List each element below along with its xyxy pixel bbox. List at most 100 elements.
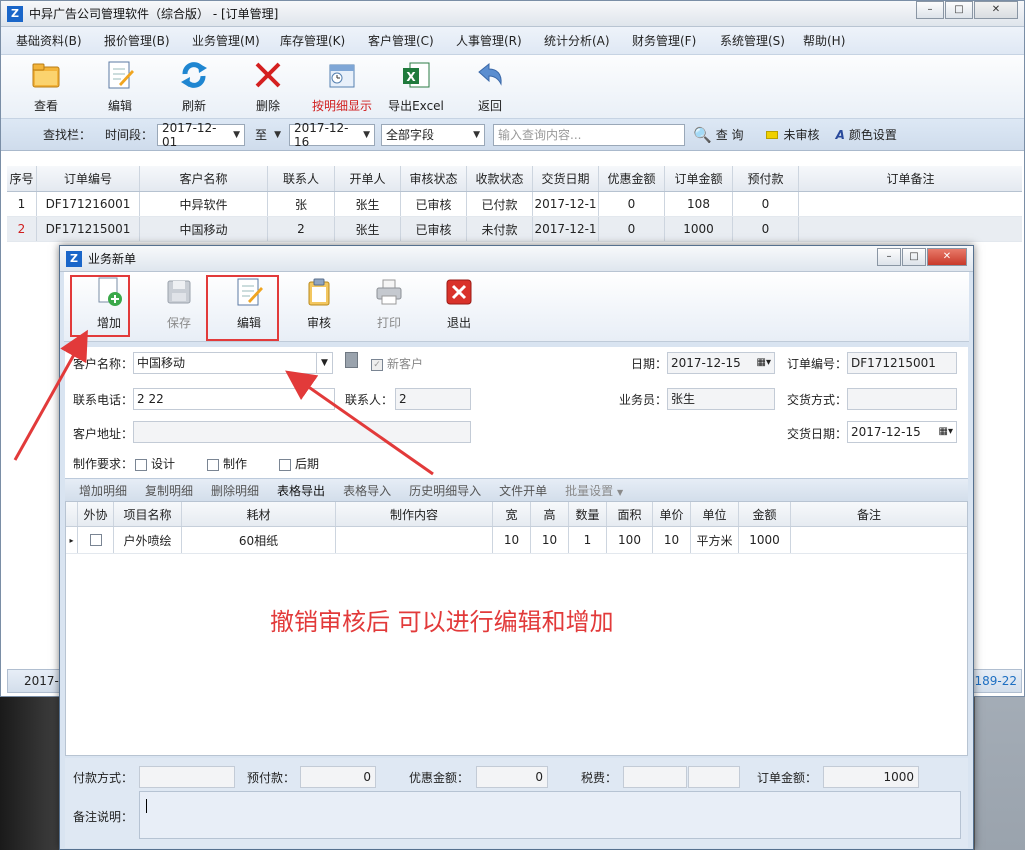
- exit-button[interactable]: 退出: [424, 272, 494, 334]
- audit-button[interactable]: 审核: [284, 272, 354, 334]
- date-from-select[interactable]: 2017-12-01 ▼: [157, 121, 246, 149]
- delete-detail-button[interactable]: 删除明细: [211, 482, 259, 499]
- date-picker[interactable]: 2017-12-15 ▦▾: [667, 352, 775, 374]
- tax-field[interactable]: [623, 766, 687, 788]
- close-button[interactable]: ✕: [974, 1, 1018, 19]
- col-prepay[interactable]: 预付款: [733, 166, 799, 191]
- dialog-maximize-button[interactable]: □: [902, 248, 926, 266]
- exit-icon: [443, 276, 475, 308]
- col-amount[interactable]: 订单金额: [665, 166, 733, 191]
- search-bar: 查找栏： 时间段： 2017-12-01 ▼ 至 ▼ 2017-12-16 ▼ 全部字…: [1, 119, 1024, 151]
- make-checkbox[interactable]: 制作: [207, 455, 247, 472]
- discount-field[interactable]: 0: [476, 766, 548, 788]
- col-area[interactable]: 面积: [607, 502, 653, 526]
- edit-button[interactable]: 编辑: [83, 55, 157, 117]
- pay-method-field[interactable]: [139, 766, 235, 788]
- design-checkbox[interactable]: 设计: [135, 455, 175, 472]
- table-row[interactable]: 2 DF171215001 中国移动 2 张生 已审核 未付款 2017-12-…: [7, 217, 1022, 242]
- total-label: 订单金额：: [757, 771, 818, 785]
- dialog-close-button[interactable]: ✕: [927, 248, 967, 266]
- menu-hr[interactable]: 人事管理(R): [441, 32, 529, 49]
- prepay-field[interactable]: 0: [300, 766, 376, 788]
- file-order-button[interactable]: 文件开单: [499, 482, 547, 499]
- salesman-field[interactable]: 张生: [667, 388, 775, 410]
- date-to-select[interactable]: 2017-12-16 ▼: [289, 121, 376, 149]
- col-customer[interactable]: 客户名称: [140, 166, 268, 191]
- col-pay[interactable]: 收款状态: [467, 166, 533, 191]
- customer-select[interactable]: 中国移动 ▼: [133, 352, 333, 374]
- delivery-method-field[interactable]: [847, 388, 957, 410]
- post-checkbox[interactable]: 后期: [279, 455, 319, 472]
- col-amount[interactable]: 金额: [739, 502, 791, 526]
- table-import-button[interactable]: 表格导入: [343, 482, 391, 499]
- app-logo-icon: Z: [7, 5, 23, 22]
- add-detail-button[interactable]: 增加明细: [79, 482, 127, 499]
- field-select[interactable]: 全部字段 ▼: [381, 123, 486, 146]
- col-content[interactable]: 制作内容: [336, 502, 493, 526]
- col-outsource[interactable]: 外协: [78, 502, 114, 526]
- query-button[interactable]: 查 询: [716, 126, 744, 143]
- refresh-button[interactable]: 刷新: [157, 55, 231, 117]
- menu-statistics[interactable]: 统计分析(A): [529, 32, 617, 49]
- col-contact[interactable]: 联系人: [268, 166, 335, 191]
- col-order-no[interactable]: 订单编号: [37, 166, 140, 191]
- col-delivery-date[interactable]: 交货日期: [533, 166, 599, 191]
- menu-customer[interactable]: 客户管理(C): [353, 32, 441, 49]
- unaudited-label[interactable]: 未审核: [784, 126, 820, 143]
- col-item-name[interactable]: 项目名称: [114, 502, 182, 526]
- col-price[interactable]: 单价: [653, 502, 691, 526]
- print-button[interactable]: 打印: [354, 272, 424, 334]
- date-range-to-select[interactable]: 至 ▼: [251, 124, 285, 146]
- col-qty[interactable]: 数量: [569, 502, 607, 526]
- phone-field[interactable]: 2 22: [133, 388, 335, 410]
- address-field[interactable]: [133, 421, 471, 443]
- menu-basic-data[interactable]: 基础资料(B): [1, 32, 89, 49]
- outsource-checkbox[interactable]: [78, 527, 114, 553]
- calendar-dropdown-icon: ▦▾: [756, 357, 771, 368]
- color-settings-button[interactable]: 颜色设置: [849, 126, 897, 143]
- col-height[interactable]: 高: [531, 502, 569, 526]
- total-field[interactable]: 1000: [823, 766, 919, 788]
- remark-textarea[interactable]: [139, 791, 961, 839]
- delivery-date-picker[interactable]: 2017-12-15 ▦▾: [847, 421, 957, 443]
- tax-amount-field[interactable]: [688, 766, 740, 788]
- back-button[interactable]: 返回: [453, 55, 527, 117]
- search-input[interactable]: 输入查询内容...: [493, 123, 686, 146]
- discount-label: 优惠金额：: [409, 771, 470, 785]
- col-unit[interactable]: 单位: [691, 502, 739, 526]
- copy-detail-button[interactable]: 复制明细: [145, 482, 193, 499]
- col-creator[interactable]: 开单人: [335, 166, 401, 191]
- dialog-minimize-button[interactable]: –: [877, 248, 901, 266]
- view-button[interactable]: 查看: [9, 55, 83, 117]
- menu-inventory[interactable]: 库存管理(K): [265, 32, 353, 49]
- col-width[interactable]: 宽: [493, 502, 531, 526]
- menu-business[interactable]: 业务管理(M): [177, 32, 265, 49]
- maximize-button[interactable]: □: [945, 1, 973, 19]
- menu-system[interactable]: 系统管理(S): [705, 32, 793, 49]
- menu-finance[interactable]: 财务管理(F): [617, 32, 705, 49]
- search-icon: 🔍: [693, 125, 712, 144]
- contact-field[interactable]: 2: [395, 388, 471, 410]
- batch-settings-button[interactable]: 批量设置 ▼: [565, 482, 623, 499]
- delete-button[interactable]: 删除: [231, 55, 305, 117]
- table-row[interactable]: 1 DF171216001 中异软件 张 张生 已审核 已付款 2017-12-…: [7, 192, 1022, 217]
- menu-help[interactable]: 帮助(H): [793, 32, 881, 49]
- order-no-field[interactable]: DF171215001: [847, 352, 957, 374]
- col-discount[interactable]: 优惠金额: [599, 166, 665, 191]
- history-import-button[interactable]: 历史明细导入: [409, 482, 481, 499]
- order-form: 客户名称： 中国移动 ▼ ✓ 新客户 日期： 2017-12-15 ▦▾ 订单编号： …: [65, 347, 968, 487]
- detail-view-button[interactable]: 按明细显示: [305, 55, 379, 117]
- save-button[interactable]: 保存: [144, 272, 214, 334]
- export-excel-button[interactable]: X 导出Excel: [379, 55, 453, 117]
- col-audit[interactable]: 审核状态: [401, 166, 467, 191]
- new-customer-checkbox[interactable]: ✓ 新客户: [371, 355, 423, 372]
- detail-row[interactable]: ▸ 户外喷绘 60相纸 10 10 1 100 10 平方米 1000: [66, 527, 967, 554]
- col-note[interactable]: 备注: [791, 502, 947, 526]
- col-material[interactable]: 耗材: [182, 502, 336, 526]
- col-remark[interactable]: 订单备注: [799, 166, 1022, 191]
- date-label: 日期：: [631, 357, 668, 371]
- table-export-button[interactable]: 表格导出: [277, 482, 325, 499]
- col-index[interactable]: 序号: [7, 166, 37, 191]
- menu-quote[interactable]: 报价管理(B): [89, 32, 177, 49]
- minimize-button[interactable]: –: [916, 1, 944, 19]
